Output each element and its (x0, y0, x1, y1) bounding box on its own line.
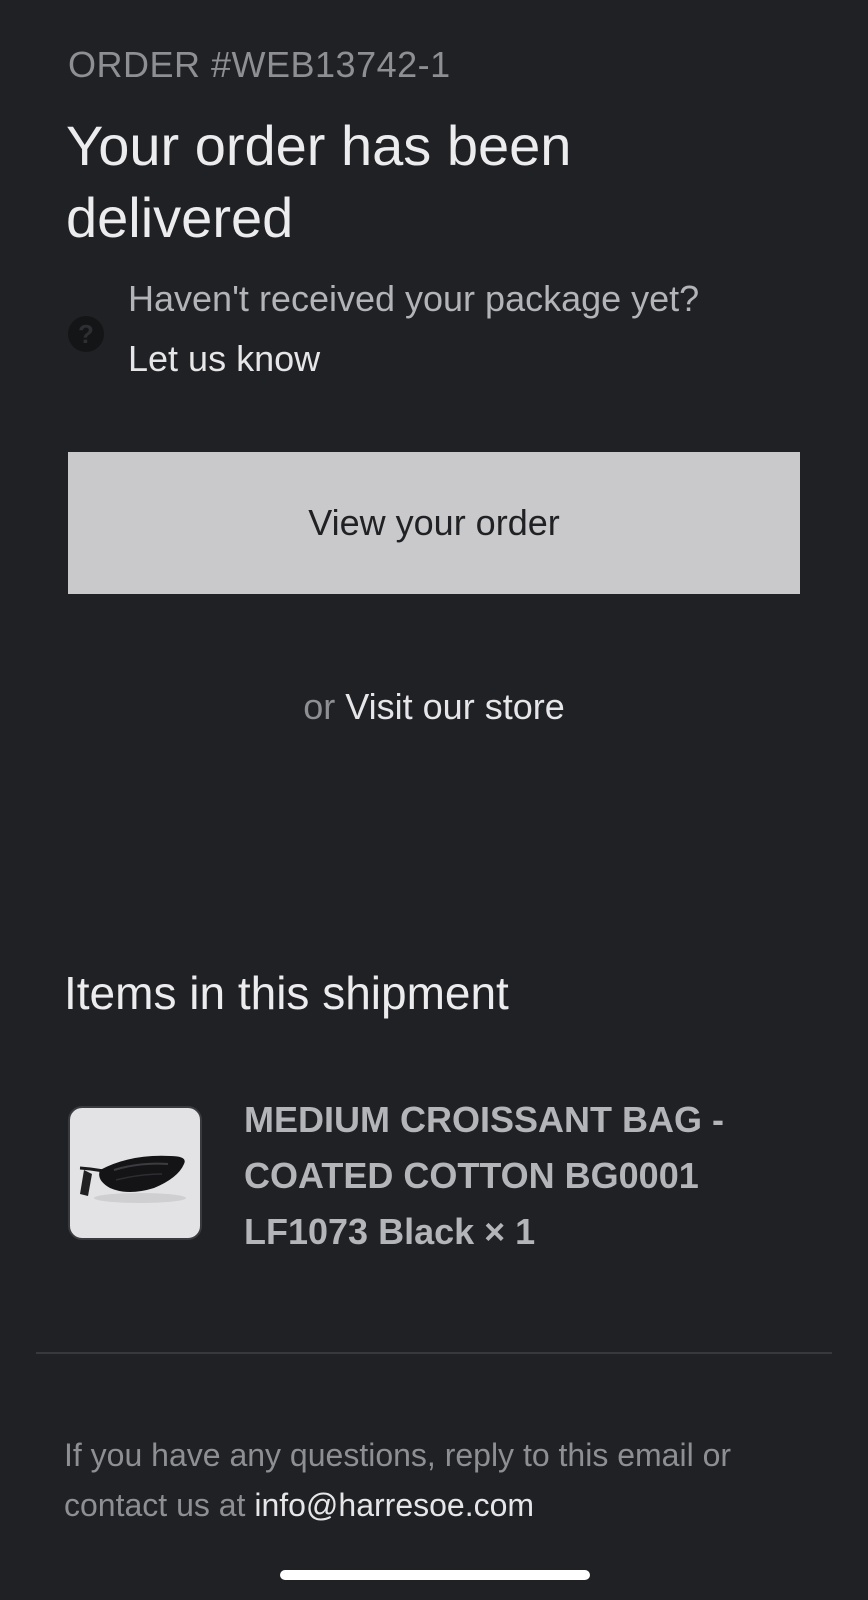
or-text: or (303, 686, 336, 727)
order-number: ORDER #WEB13742-1 (68, 44, 451, 85)
shipment-item[interactable]: MEDIUM CROISSANT BAG - COATED COTTON BG0… (68, 1099, 828, 1280)
package-help-row: ? Haven't received your package yet? Let… (68, 278, 828, 388)
footer-contact: If you have any questions, reply to this… (64, 1430, 824, 1530)
visit-store-row: or Visit our store (0, 686, 868, 728)
delivery-headline: Your order has been delivered (66, 114, 572, 249)
footer-divider (36, 1352, 832, 1354)
let-us-know-link[interactable]: Let us know (128, 338, 320, 380)
home-indicator[interactable] (280, 1570, 590, 1580)
product-thumbnail (68, 1106, 202, 1240)
visit-store-link[interactable]: Visit our store (345, 686, 564, 727)
view-order-label: View your order (308, 502, 560, 543)
contact-email-link[interactable]: info@harresoe.com (254, 1487, 534, 1523)
shipment-section-title: Items in this shipment (64, 967, 509, 1019)
black-croissant-bag-image (79, 1155, 186, 1203)
view-order-button[interactable]: View your order (68, 452, 800, 594)
product-name: MEDIUM CROISSANT BAG - COATED COTTON BG0… (244, 1099, 724, 1252)
package-help-question: Haven't received your package yet? (128, 278, 700, 319)
question-circle-icon: ? (68, 316, 104, 352)
